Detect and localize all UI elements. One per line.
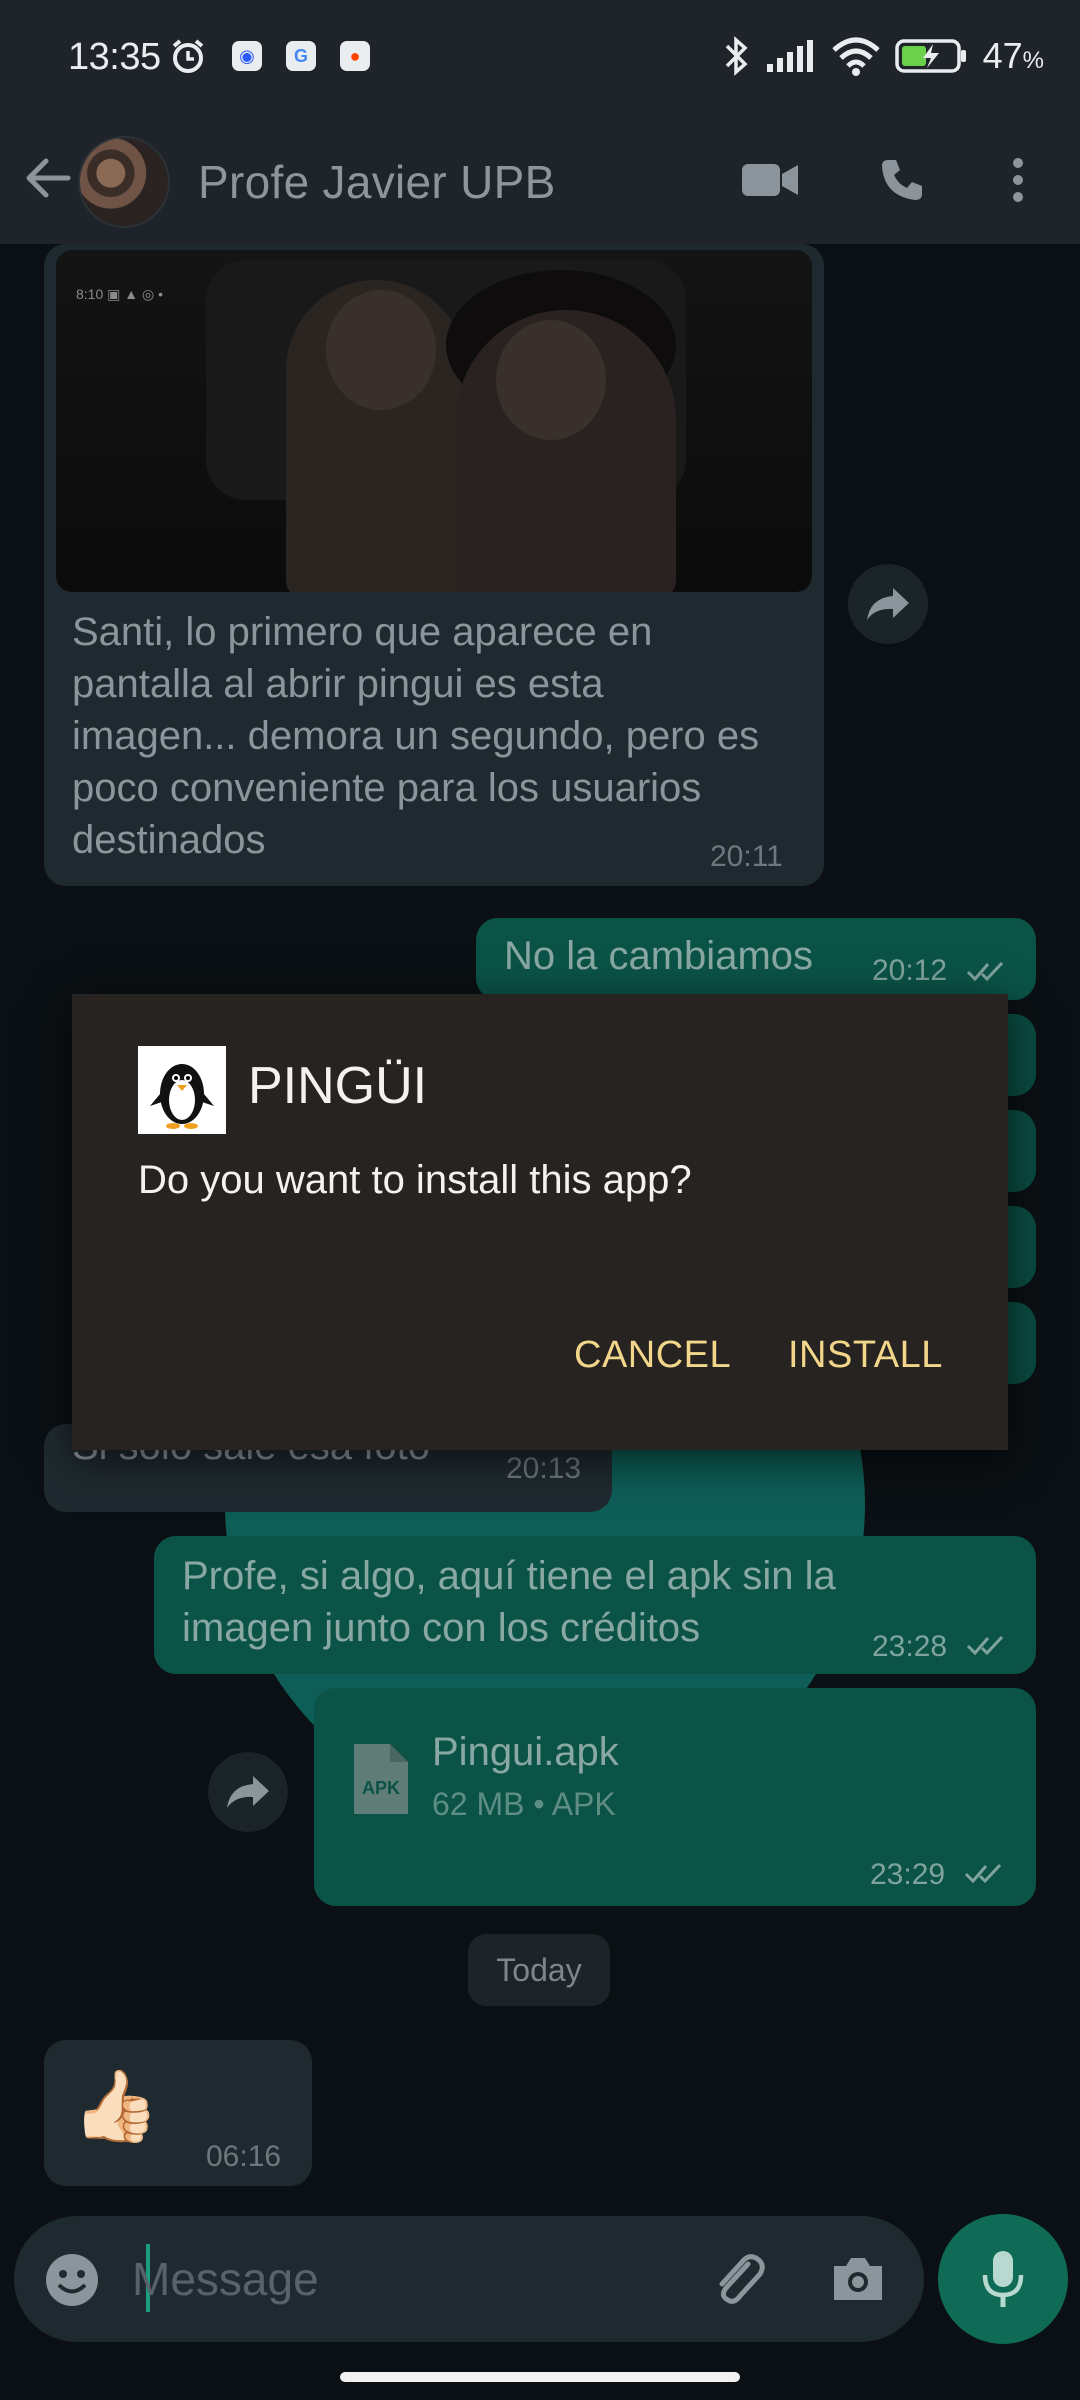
- avatar[interactable]: [78, 136, 170, 228]
- double-check-icon: [966, 961, 1004, 982]
- phone-icon: [882, 160, 922, 200]
- forward-icon: [867, 588, 909, 620]
- battery-icon: [894, 39, 966, 73]
- file-message[interactable]: APK Pingui.apk 62 MB • APK 23:29: [314, 1688, 1036, 1906]
- forward-button[interactable]: [208, 1752, 288, 1832]
- bluetooth-icon: [725, 36, 748, 76]
- status-system-icons: 47%: [723, 34, 1044, 78]
- message-time: 20:12: [872, 954, 948, 987]
- wifi-icon: [831, 37, 880, 76]
- install-dialog: PINGÜI Do you want to install this app? …: [72, 994, 1008, 1450]
- message-input[interactable]: [132, 2240, 692, 2318]
- message-text: Santi, lo primero que aparece en pantall…: [72, 610, 760, 862]
- penguin-app-icon: [138, 1046, 226, 1134]
- install-button[interactable]: INSTALL: [788, 1334, 943, 1377]
- google-icon: G: [286, 41, 316, 71]
- cancel-button[interactable]: CANCEL: [574, 1334, 731, 1377]
- outgoing-message[interactable]: No la cambiamos 20:12: [476, 918, 1036, 1000]
- message-time: 23:28: [872, 1630, 948, 1663]
- camera-icon[interactable]: [830, 2254, 886, 2304]
- forward-button[interactable]: [848, 564, 928, 644]
- incoming-message[interactable]: 👍🏻 06:16: [44, 2040, 312, 2186]
- attach-icon[interactable]: [708, 2250, 768, 2310]
- voice-call-button[interactable]: [866, 144, 938, 216]
- message-time: 20:11: [710, 840, 783, 873]
- video-call-button[interactable]: [734, 144, 806, 216]
- message-composer: [14, 2216, 924, 2342]
- double-check-icon: [964, 1863, 1002, 1884]
- message-photo[interactable]: 8:10 ▣ ▲ ◎ •: [56, 250, 812, 592]
- contact-name[interactable]: Profe Javier UPB: [198, 140, 556, 224]
- date-separator: Today: [468, 1934, 610, 2006]
- screen: 13:35 ◉ G ● 47% Profe Javier UPB 8:10 ▣ …: [0, 0, 1080, 2400]
- thumbs-up-emoji: 👍🏻: [72, 2065, 160, 2147]
- double-check-icon: [966, 1635, 1004, 1656]
- status-time: 13:35: [68, 36, 161, 78]
- file-meta: 62 MB • APK: [432, 1786, 616, 1822]
- battery-percent: 47%: [983, 35, 1044, 77]
- status-notification-icons: ◉ G ●: [168, 36, 370, 76]
- apk-file-icon: APK: [350, 1742, 410, 1816]
- more-vert-icon: [1013, 158, 1023, 202]
- more-options-button[interactable]: [982, 144, 1054, 216]
- photo-overlay-text: 8:10 ▣ ▲ ◎ •: [76, 286, 164, 302]
- dialog-message: Do you want to install this app?: [138, 1158, 692, 1202]
- message-text: No la cambiamos: [504, 934, 814, 978]
- back-arrow-icon[interactable]: [18, 148, 78, 208]
- file-badge: APK: [361, 1778, 400, 1798]
- reddit-icon: ●: [340, 41, 370, 71]
- voice-record-button[interactable]: [938, 2214, 1068, 2344]
- alarm-icon: [172, 39, 204, 73]
- battery-unit: %: [1022, 47, 1044, 74]
- file-name: Pingui.apk: [432, 1730, 619, 1774]
- message-time: 23:29: [870, 1858, 946, 1891]
- dialog-app-name: PINGÜI: [248, 1057, 428, 1115]
- battery-value: 47: [982, 35, 1023, 76]
- image-message[interactable]: 8:10 ▣ ▲ ◎ • Santi, lo primero que apare…: [44, 244, 824, 886]
- chat-header: Profe Javier UPB: [0, 120, 1080, 244]
- video-camera-icon: [742, 164, 798, 196]
- forward-icon: [227, 1776, 269, 1808]
- message-time: 06:16: [206, 2140, 282, 2173]
- outgoing-message[interactable]: Profe, si algo, aquí tiene el apk sin la…: [154, 1536, 1036, 1674]
- status-bar: 13:35 ◉ G ● 47%: [0, 0, 1080, 120]
- microphone-icon: [982, 2251, 1024, 2307]
- app-notification-icon: ◉: [232, 41, 262, 71]
- message-time: 20:13: [506, 1452, 582, 1485]
- emoji-icon[interactable]: [44, 2252, 100, 2308]
- message-text: Profe, si algo, aquí tiene el apk sin la…: [182, 1554, 836, 1650]
- signal-icon: [766, 40, 813, 72]
- gesture-navigation-bar[interactable]: [340, 2372, 740, 2382]
